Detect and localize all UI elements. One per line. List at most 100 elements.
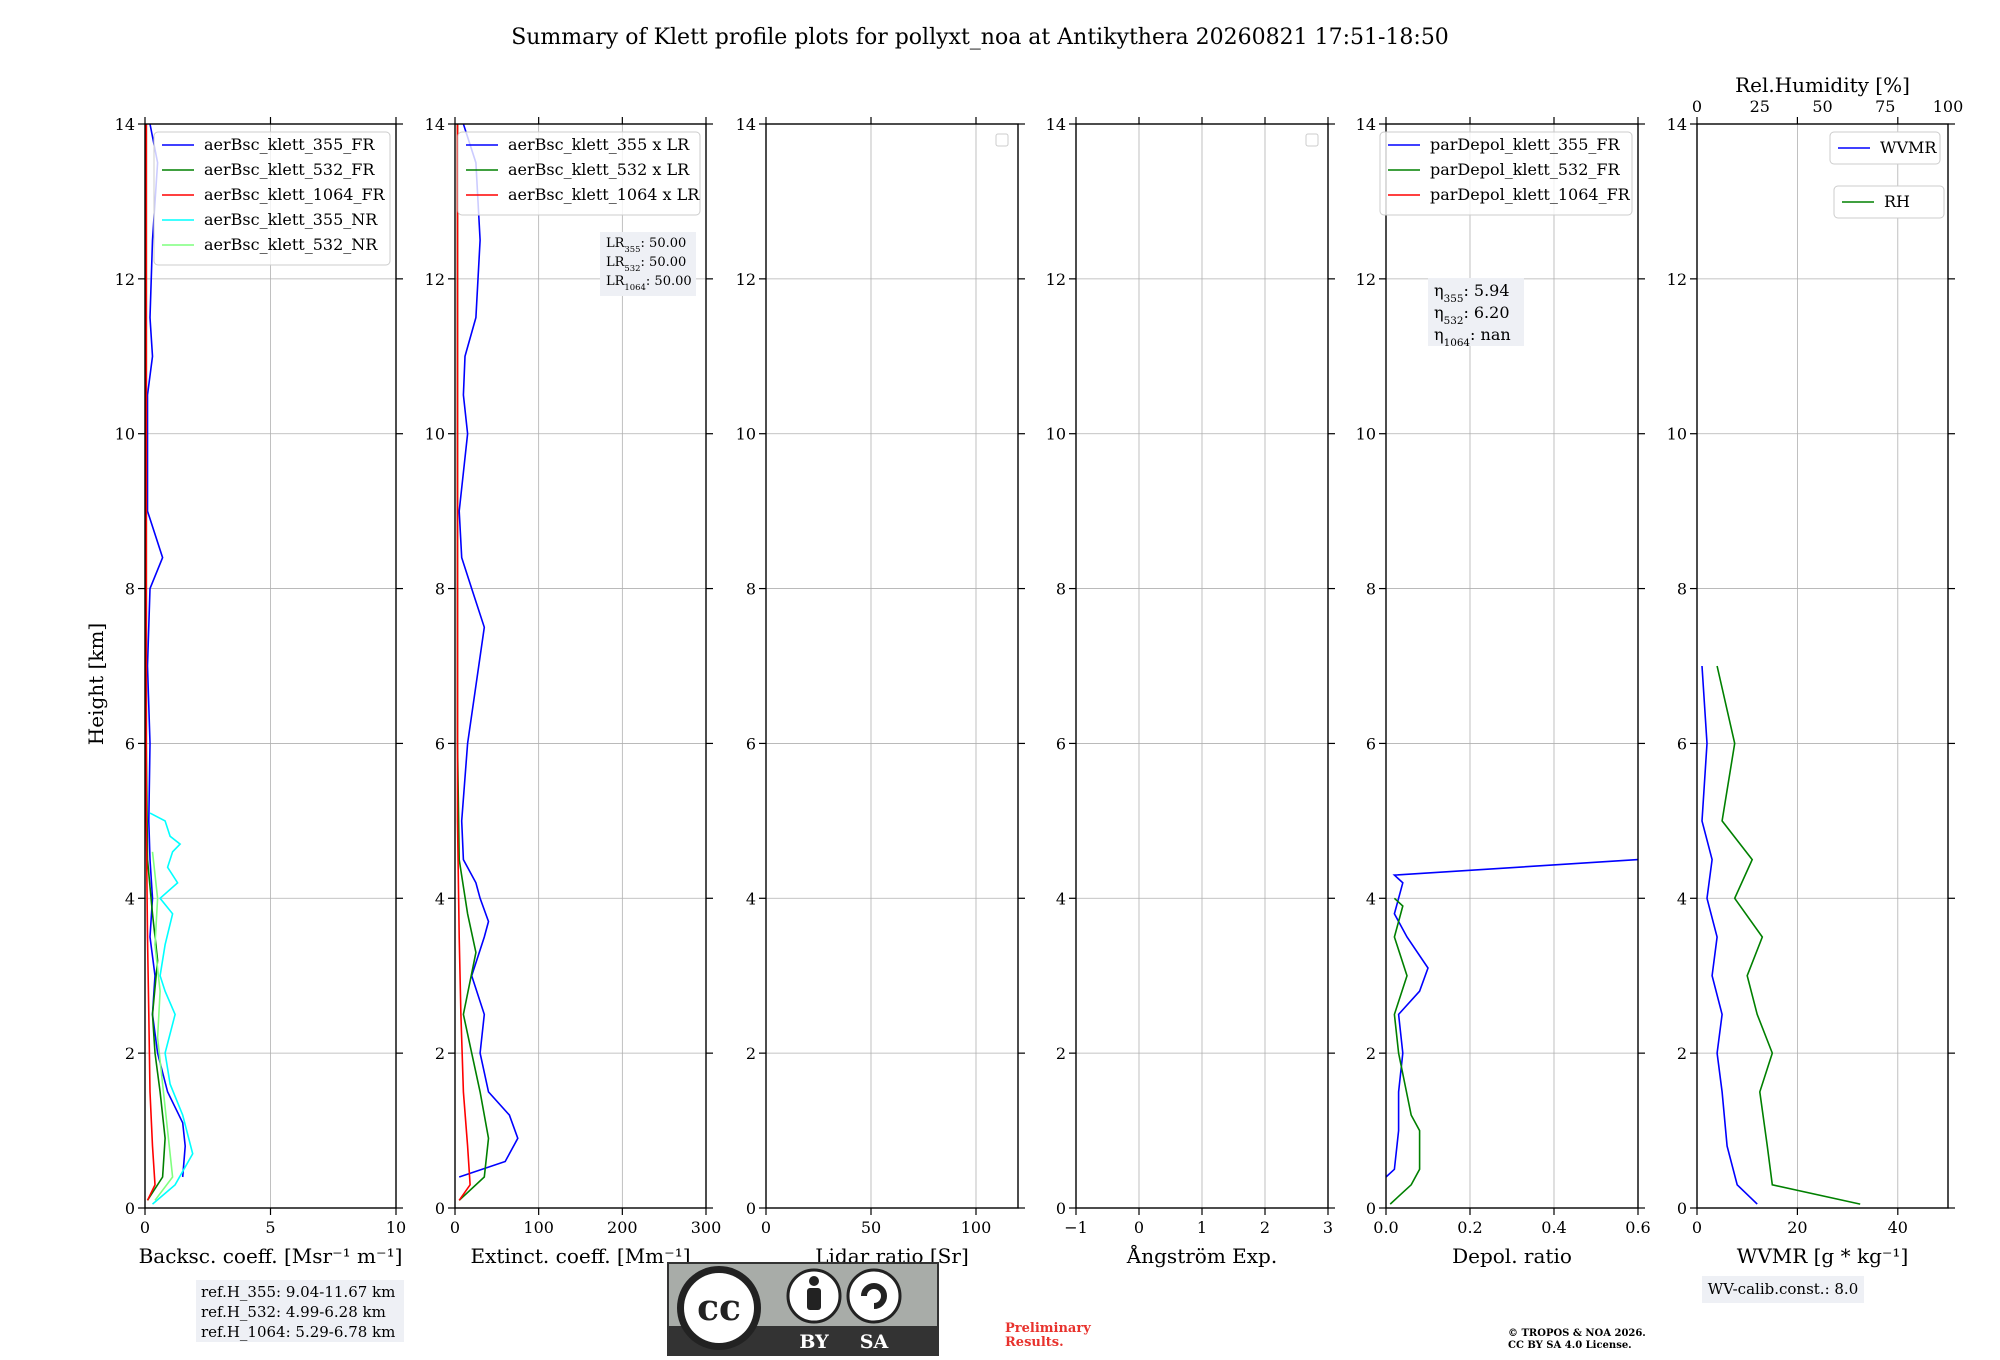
depol-legend-entry: parDepol_klett_355_FR (1430, 135, 1621, 154)
wv-top-label: Rel.Humidity [%] (1735, 73, 1910, 97)
ext-ytick-label: 6 (435, 734, 445, 753)
bsc-xtick-label: 10 (386, 1218, 406, 1237)
ref-height-532: ref.H_532: 4.99-6.28 km (201, 1303, 386, 1321)
depol-ytick-label: 0 (1366, 1199, 1376, 1218)
ae-empty-legend (1305, 133, 1319, 147)
bsc-legend-entry: aerBsc_klett_1064_FR (204, 185, 386, 204)
wv-ytick-label: 10 (1667, 425, 1687, 444)
ext-ytick-label: 2 (435, 1044, 445, 1063)
depol-legend-entry: parDepol_klett_532_FR (1430, 160, 1621, 179)
lr-axes-frame (765, 123, 1019, 1209)
ext-xtick-label: 200 (607, 1218, 638, 1237)
ext-series-line (458, 123, 519, 1178)
bsc-xtick-label: 5 (265, 1218, 275, 1237)
bsc-ytick-label: 4 (125, 889, 135, 908)
wv-top-tick-label: 75 (1875, 97, 1895, 116)
ext-legend-entry: aerBsc_klett_355 x LR (508, 135, 690, 154)
lidar_ratio-annotation: LR355: 50.00LR532: 50.00LR1064: 50.00 (600, 232, 696, 296)
copyright-note: © TROPOS & NOA 2026. CC BY SA 4.0 Licens… (1508, 1328, 1708, 1352)
ext-xlabel: Extinct. coeff. [Mm⁻¹] (470, 1244, 690, 1268)
svg-text:cc: cc (697, 1287, 741, 1329)
wv-series-line (1701, 665, 1758, 1205)
eta-annotation: η355: 5.94η532: 6.20η1064: nan (1428, 278, 1524, 349)
panels-group: 024681012140 5 10Backsc. coeff. [Msr⁻¹ m⁻¹… (115, 73, 1964, 1268)
bsc-legend-entry: aerBsc_klett_355_FR (204, 135, 375, 154)
lr-ytick-label: 0 (746, 1199, 756, 1218)
bsc-xtick-label: 0 (140, 1218, 150, 1237)
wv-top-tick-label: 0 (1692, 97, 1702, 116)
ae-ytick-label: 14 (1046, 115, 1066, 134)
bsc-ytick-label: 8 (125, 580, 135, 599)
depol-xtick-label: 0.0 (1373, 1218, 1398, 1237)
bsc-ytick-label: 0 (125, 1199, 135, 1218)
ae-xtick-label: −1 (1064, 1218, 1088, 1237)
depol-ytick-label: 8 (1366, 580, 1376, 599)
preliminary-line-2: Results. (1005, 1335, 1064, 1350)
depol-series-line (1385, 858, 1639, 1178)
ae-xtick-label: 2 (1260, 1218, 1270, 1237)
wv-ytick-label: 6 (1677, 734, 1687, 753)
wv-ytick-label: 14 (1667, 115, 1687, 134)
lr-panel: 024681012140 50 100Lidar ratio [Sr] (736, 115, 1025, 1268)
bsc-legend-entry: aerBsc_klett_532_FR (204, 160, 375, 179)
lr-xtick-label: 100 (961, 1218, 992, 1237)
ref-height-1064: ref.H_1064: 5.29-6.78 km (201, 1323, 396, 1341)
depol-xtick-label: 0.6 (1625, 1218, 1650, 1237)
bsc-ytick-label: 2 (125, 1044, 135, 1063)
license-sa-label: SA (860, 1331, 889, 1353)
depol-legend-entry: parDepol_klett_1064_FR (1430, 185, 1631, 204)
ext-ytick-label: 0 (435, 1199, 445, 1218)
y-axis-label: Height [km] (84, 623, 108, 745)
ae-xtick-label: 0 (1134, 1218, 1144, 1237)
reference-height-box: ref.H_355: 9.04-11.67 km ref.H_532: 4.99… (196, 1280, 404, 1342)
license-by-label: BY (799, 1331, 829, 1353)
lr-empty-legend (995, 133, 1009, 147)
ae-xlabel: Ångström Exp. (1126, 1243, 1277, 1268)
copyright-line-1: © TROPOS & NOA 2026. (1508, 1328, 1646, 1339)
ae-ytick-label: 12 (1046, 270, 1066, 289)
ext-ytick-label: 4 (435, 889, 445, 908)
wv-xlabel: WVMR [g * kg⁻¹] (1737, 1244, 1909, 1268)
bsc-legend-entry: aerBsc_klett_532_NR (204, 235, 378, 254)
wv-top-tick-label: 50 (1812, 97, 1832, 116)
ae-ytick-label: 0 (1056, 1199, 1066, 1218)
lr-ytick-label: 6 (746, 734, 756, 753)
ext-ytick-label: 14 (425, 115, 445, 134)
copyright-line-2: CC BY SA 4.0 License. (1508, 1340, 1632, 1351)
ext-ytick-label: 8 (435, 580, 445, 599)
bsc-panel: 0 2 4 6 8 10 12 14 0 5 10 Backsc. coeff. [Msr⁻¹ m⁻¹… (115, 115, 407, 1268)
bsc-ytick-label: 10 (115, 425, 135, 444)
wv-xtick-label: 0 (1692, 1218, 1702, 1237)
lr-xtick-label: 50 (861, 1218, 881, 1237)
wv-axes-frame (1696, 123, 1949, 1209)
lr-ytick-label: 4 (746, 889, 756, 908)
wv-panel: 0 2 4 6 8 10 12 14 0 20 40 WVMR [g * kg⁻¹] WVMR RH 0 25… (1667, 73, 1964, 1268)
ae-ytick-label: 4 (1056, 889, 1066, 908)
bsc-xlabel: Backsc. coeff. [Msr⁻¹ m⁻¹] (139, 1244, 403, 1268)
cc-license-icon: cc BY SA (669, 1266, 937, 1354)
bsc-legend-entry: aerBsc_klett_355_NR (204, 210, 378, 229)
depol-ytick-label: 14 (1356, 115, 1376, 134)
wv-top-tick-label: 100 (1933, 97, 1964, 116)
depol-ytick-label: 10 (1356, 425, 1376, 444)
lr-ytick-label: 8 (746, 580, 756, 599)
ae-ytick-label: 2 (1056, 1044, 1066, 1063)
wv-ytick-label: 0 (1677, 1199, 1687, 1218)
ext-xtick-label: 0 (450, 1218, 460, 1237)
bsc-ytick-label: 6 (125, 734, 135, 753)
lr-ytick-label: 2 (746, 1044, 756, 1063)
klett-summary-figure: Summary of Klett profile plots for polly… (84, 25, 1964, 1268)
wv-series-line (1716, 665, 1861, 1205)
wv-top-tick-label: 25 (1750, 97, 1770, 116)
bsc-series-line (151, 851, 174, 1201)
depol-xtick-label: 0.4 (1541, 1218, 1566, 1237)
depol-ytick-label: 2 (1366, 1044, 1376, 1063)
bsc-series-line (149, 812, 194, 1205)
ae-ytick-label: 8 (1056, 580, 1066, 599)
wv-ytick-label: 4 (1677, 889, 1687, 908)
depol-ytick-label: 4 (1366, 889, 1376, 908)
ae-xtick-label: 1 (1197, 1218, 1207, 1237)
ext-ytick-label: 10 (425, 425, 445, 444)
cc-by-sa-logo: cc BY SA (667, 1262, 939, 1356)
ext-legend-entry: aerBsc_klett_1064 x LR (508, 185, 700, 204)
